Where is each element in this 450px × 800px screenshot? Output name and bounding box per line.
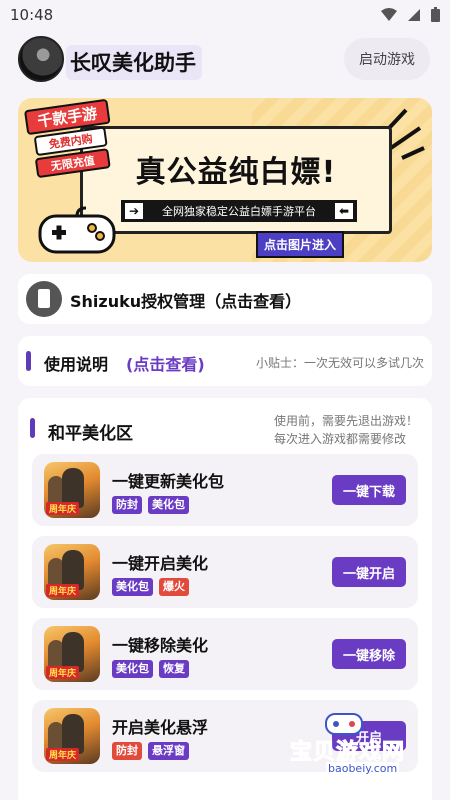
signal-icon [408, 8, 420, 21]
gamepad-logo-icon [325, 713, 363, 735]
remove-button[interactable]: 一键移除 [332, 639, 406, 669]
item-tags: 防封 美化包 [112, 496, 189, 514]
tag: 美化包 [148, 496, 189, 514]
gamepad-icon [38, 206, 116, 254]
banner-badge: 千款手游 免费内购 无限充值 [23, 98, 120, 179]
section-title: 和平美化区 [48, 424, 133, 444]
usage-card[interactable]: 使用说明 (点击查看) 小贴士：一次无效可以多试几次 [18, 336, 432, 386]
arrow-right-icon: ➔ [125, 203, 144, 219]
section-note-line: 使用前，需要先退出游戏！ [273, 414, 418, 428]
game-thumbnail: 周年庆 [44, 626, 100, 682]
status-bar: 10:48 [0, 0, 450, 30]
tag: 悬浮窗 [148, 742, 189, 760]
usage-tip: 小贴士：一次无效可以多试几次 [255, 356, 424, 370]
item-tags: 美化包 恢复 [112, 660, 189, 678]
shizuku-label: Shizuku授权管理（点击查看） [70, 292, 302, 311]
tag: 防封 [112, 742, 142, 760]
banner-strip: ➔ 全网独家稳定公益白嫖手游平台 ⬅ [121, 200, 357, 222]
accent-bar [26, 351, 31, 371]
promo-banner[interactable]: 真公益纯白嫖! ➔ 全网独家稳定公益白嫖手游平台 ⬅ 千款手游 免费内购 无限充… [18, 98, 432, 262]
game-thumbnail: 周年庆 [44, 544, 100, 600]
item-name: 开启美化悬浮 [112, 718, 209, 737]
usage-label: 使用说明 [44, 355, 109, 374]
wifi-icon [381, 7, 397, 21]
section-note: 使用前，需要先退出游戏！ 每次进入游戏都需要修改 [274, 412, 418, 448]
thumbnail-caption: 周年庆 [46, 748, 80, 761]
accent-bar [30, 418, 35, 438]
tag: 美化包 [112, 660, 153, 678]
banner-headline: 真公益纯白嫖! [135, 155, 337, 190]
battery-icon [431, 7, 440, 22]
thumbnail-caption: 周年庆 [46, 502, 80, 515]
game-thumbnail: 周年庆 [44, 708, 100, 764]
banner-strip-text: 全网独家稳定公益白嫖手游平台 [162, 205, 316, 218]
app-header: 长叹美化助手 启动游戏 [0, 32, 450, 88]
usage-link[interactable]: (点击查看) [126, 351, 205, 375]
status-icons [381, 7, 440, 22]
game-thumbnail: 周年庆 [44, 462, 100, 518]
tag: 防封 [112, 496, 142, 514]
app-title: 长叹美化助手 [66, 45, 202, 80]
list-item: 周年庆 一键更新美化包 防封 美化包 一键下载 [32, 454, 418, 526]
phone-icon [26, 281, 62, 317]
section-note-line: 每次进入游戏都需要修改 [273, 432, 406, 446]
item-tags: 防封 悬浮窗 [112, 742, 189, 760]
tag: 爆火 [159, 578, 189, 596]
status-time: 10:48 [10, 6, 54, 24]
item-name: 一键更新美化包 [112, 472, 225, 491]
list-item: 周年庆 一键移除美化 美化包 恢复 一键移除 [32, 618, 418, 690]
list-item: 周年庆 一键开启美化 美化包 爆火 一键开启 [32, 536, 418, 608]
item-name: 一键移除美化 [112, 636, 209, 655]
item-name: 一键开启美化 [112, 554, 209, 573]
watermark: 宝贝游戏网 baobeiy.com [289, 708, 430, 780]
tag: 美化包 [112, 578, 153, 596]
enable-button[interactable]: 一键开启 [332, 557, 406, 587]
shizuku-card[interactable]: Shizuku授权管理（点击查看） [18, 274, 432, 324]
watermark-url: baobeiy.com [326, 762, 400, 775]
thumbnail-caption: 周年庆 [46, 666, 80, 679]
tag: 恢复 [159, 660, 189, 678]
avatar[interactable] [18, 36, 64, 82]
banner-frame: 真公益纯白嫖! ➔ 全网独家稳定公益白嫖手游平台 ⬅ [80, 126, 392, 234]
thumbnail-caption: 周年庆 [46, 584, 80, 597]
banner-cta[interactable]: 点击图片进入 [256, 231, 345, 258]
download-button[interactable]: 一键下载 [332, 475, 406, 505]
launch-game-button[interactable]: 启动游戏 [344, 38, 430, 80]
arrow-left-icon: ⬅ [334, 203, 353, 219]
item-tags: 美化包 爆火 [112, 578, 189, 596]
